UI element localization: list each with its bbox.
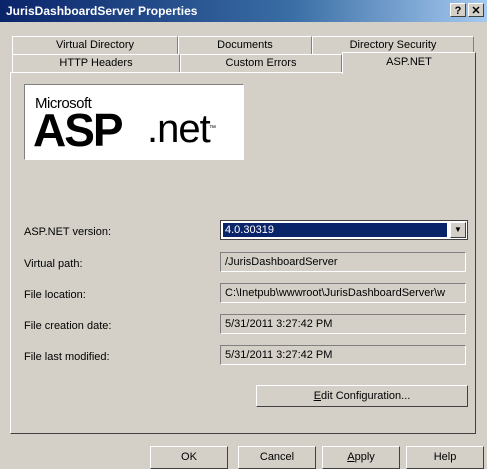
- version-label: ASP.NET version:: [24, 226, 112, 238]
- apply-accel: A: [347, 451, 355, 463]
- edit-configuration-accel: E: [313, 390, 322, 402]
- last-modified-label: File last modified:: [24, 351, 110, 363]
- version-select[interactable]: 4.0.30319 ▼: [220, 220, 468, 240]
- tab-custom-errors[interactable]: Custom Errors: [180, 54, 342, 73]
- asp-net-logo: Microsoft ASP .net ™: [24, 84, 244, 160]
- apply-label: pply: [354, 451, 375, 463]
- tab-documents[interactable]: Documents: [178, 36, 312, 54]
- edit-configuration-label: dit Configuration...: [321, 390, 411, 402]
- creation-date-label: File creation date:: [24, 320, 112, 332]
- window-title: JurisDashboardServer Properties: [6, 4, 198, 18]
- logo-tm-text: ™: [209, 125, 216, 132]
- title-bar[interactable]: JurisDashboardServer Properties ? ✕: [0, 0, 487, 22]
- virtual-path-label: Virtual path:: [24, 258, 83, 270]
- cancel-button[interactable]: Cancel: [238, 446, 316, 469]
- logo-net-text: .net: [147, 107, 211, 151]
- tab-virtual-directory[interactable]: Virtual Directory: [12, 36, 178, 54]
- chevron-down-icon[interactable]: ▼: [450, 222, 466, 238]
- creation-date-field[interactable]: 5/31/2011 3:27:42 PM: [220, 314, 466, 334]
- tab-asp-net[interactable]: ASP.NET: [342, 52, 476, 74]
- file-location-label: File location:: [24, 289, 86, 301]
- file-location-field[interactable]: C:\Inetpub\wwwroot\JurisDashboardServer\…: [220, 283, 466, 303]
- apply-button[interactable]: Apply: [322, 446, 400, 469]
- help-button[interactable]: Help: [406, 446, 484, 469]
- ok-button[interactable]: OK: [150, 446, 228, 469]
- last-modified-field[interactable]: 5/31/2011 3:27:42 PM: [220, 345, 466, 365]
- logo-asp-text: ASP: [33, 104, 124, 156]
- virtual-path-field[interactable]: /JurisDashboardServer: [220, 252, 466, 272]
- edit-configuration-button[interactable]: Edit Configuration...: [256, 385, 468, 407]
- help-title-button[interactable]: ?: [450, 3, 466, 17]
- close-title-button[interactable]: ✕: [468, 3, 484, 17]
- version-selected-value[interactable]: 4.0.30319: [223, 223, 447, 237]
- tab-http-headers[interactable]: HTTP Headers: [12, 54, 180, 73]
